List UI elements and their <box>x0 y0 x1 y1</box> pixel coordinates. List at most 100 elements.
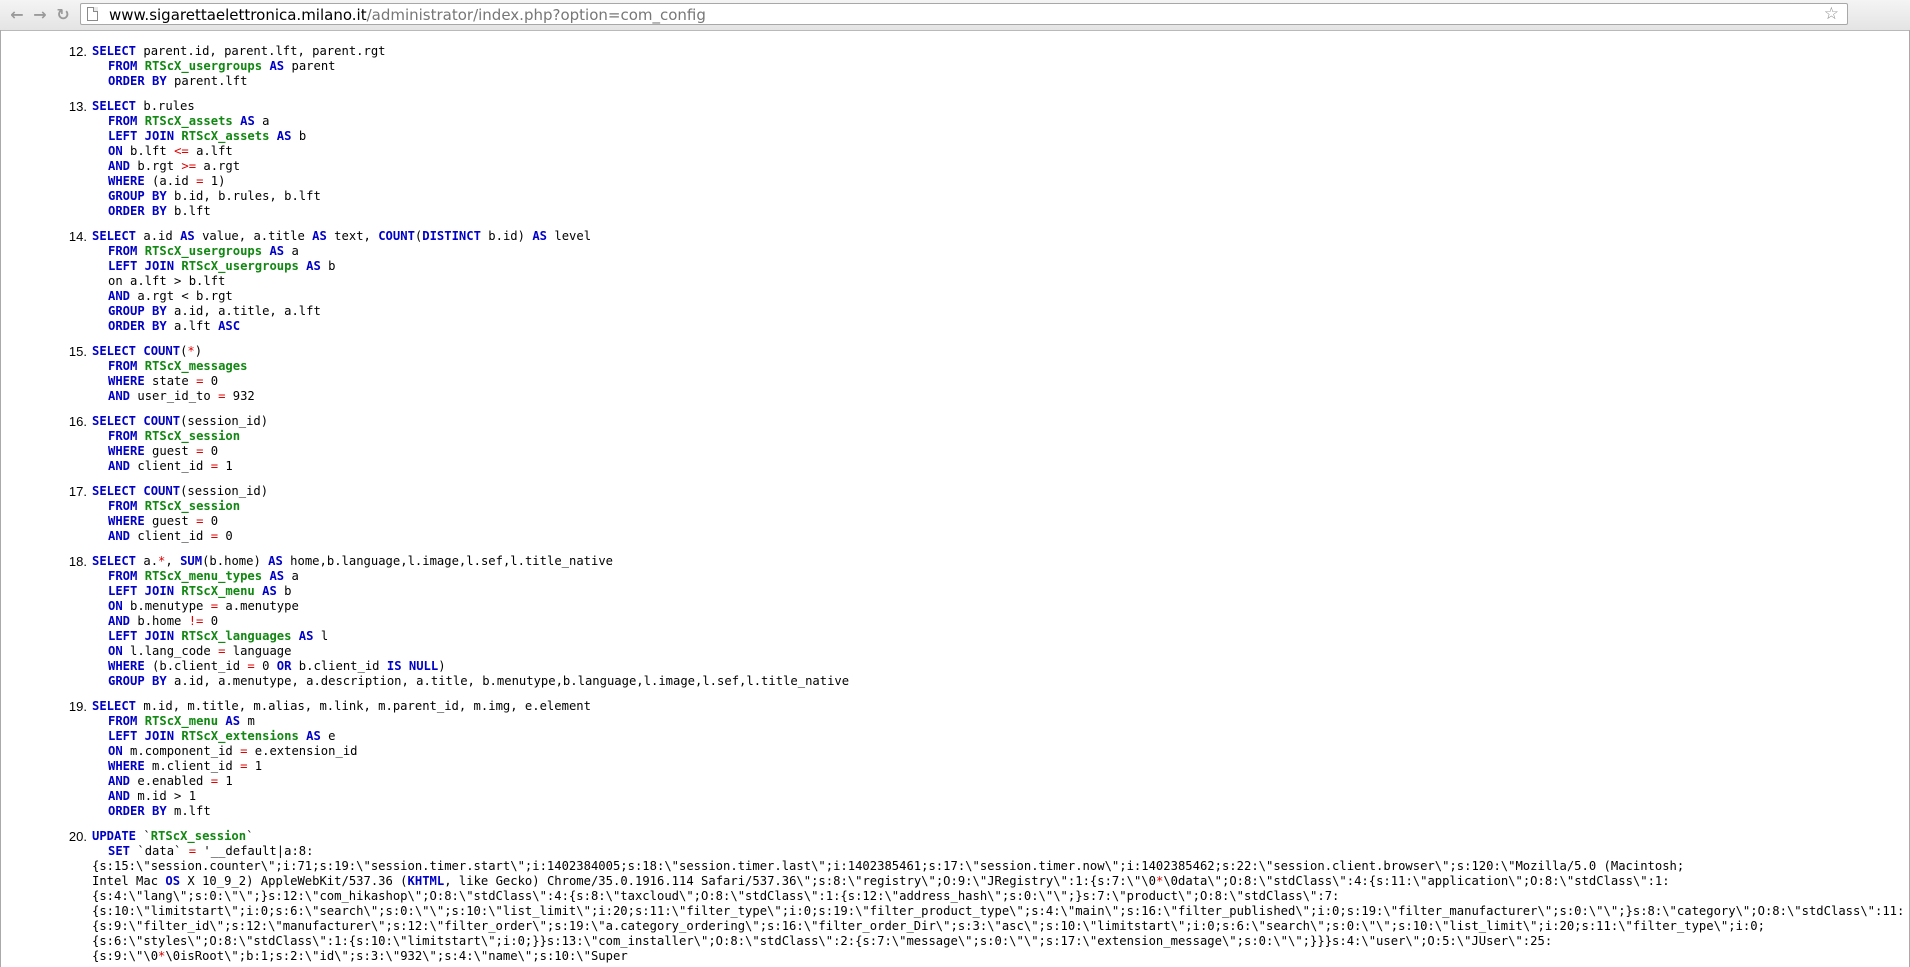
query-line: {s:4:\"lang\";s:0:\"\";}s:12:\"com_hikas… <box>92 889 1340 903</box>
sql-keyword: ASC <box>218 319 241 333</box>
query-number: 14. <box>68 229 87 244</box>
sql-keyword: LEFT JOIN <box>108 729 175 743</box>
sql-keyword: SELECT <box>92 484 137 498</box>
sql-operator: * <box>1155 874 1164 888</box>
sql-keyword: WHERE <box>108 444 145 458</box>
query-number: 16. <box>68 414 87 429</box>
sql-operator: = <box>196 374 204 388</box>
query-number: 15. <box>68 344 87 359</box>
query-line: SELECT a.id AS value, a.title AS text, C… <box>92 229 592 243</box>
sql-keyword: AS <box>180 229 195 243</box>
sql-table-name: RTScX_extensions <box>181 729 299 743</box>
query-line: on a.lft > b.lft <box>108 274 226 288</box>
query-line: LEFT JOIN RTScX_usergroups AS b <box>108 259 336 273</box>
query-item: 19. SELECT m.id, m.title, m.alias, m.link… <box>1 699 1909 819</box>
sql-keyword: LEFT JOIN <box>108 129 175 143</box>
query-line: ON m.component_id = e.extension_id <box>108 744 358 758</box>
sql-operator: != <box>188 614 204 628</box>
sql-keyword: ORDER BY <box>108 319 167 333</box>
url-path: /administrator/index.php?option=com_conf… <box>366 6 706 24</box>
query-item: 15. SELECT COUNT(*) FROM RTScX_messages WHE… <box>1 344 1909 404</box>
sql-keyword: LEFT JOIN <box>108 259 175 273</box>
query-line: LEFT JOIN RTScX_menu AS b <box>108 584 292 598</box>
query-line: GROUP BY a.id, a.title, a.lft <box>108 304 321 318</box>
sql-operator: = <box>196 174 204 188</box>
address-bar[interactable]: www.sigarettaelettronica.milano.it/admin… <box>80 3 1848 25</box>
sql-table-name: RTScX_menu <box>181 584 255 598</box>
query-line: AND m.id > 1 <box>108 789 197 803</box>
url-text[interactable]: www.sigarettaelettronica.milano.it/admin… <box>109 6 706 24</box>
sql-table-name: RTScX_session <box>144 499 241 513</box>
sql-keyword: FROM <box>108 59 138 73</box>
sql-keyword: GROUP BY <box>108 674 167 688</box>
reload-icon: ↻ <box>56 5 70 24</box>
sql-keyword: ORDER BY <box>108 74 167 88</box>
query-line: ON b.lft <= a.lft <box>108 144 233 158</box>
page-content: 12. SELECT parent.id, parent.lft, parent.… <box>0 30 1910 967</box>
query-list: 12. SELECT parent.id, parent.lft, parent.… <box>1 44 1909 967</box>
sql-keyword: AS <box>298 629 314 643</box>
forward-button[interactable]: → <box>29 4 51 26</box>
query-line: {s:9:\"\0*\0isRoot\";b:1;s:2:\"id\";s:3:… <box>92 949 628 963</box>
sql-keyword: WHERE <box>108 514 145 528</box>
sql-keyword: COUNT <box>378 229 415 243</box>
query-line: {s:9:\"filter_id\";s:12:\"manufacturer\"… <box>92 919 1765 933</box>
sql-keyword: AND <box>108 159 131 173</box>
sql-keyword: AS <box>532 229 548 243</box>
sql-table-name: RTScX_menu <box>144 714 219 728</box>
sql-keyword: ON <box>108 644 123 658</box>
sql-keyword: ON <box>108 744 123 758</box>
query-line: AND client_id = 1 <box>108 459 233 473</box>
back-button[interactable]: ← <box>6 4 28 26</box>
sql-keyword: AS <box>269 569 285 583</box>
query-item: 13. SELECT b.rules FROM RTScX_assets AS aL… <box>1 99 1909 219</box>
sql-table-name: RTScX_languages <box>181 629 292 643</box>
sql-keyword: AND <box>108 789 131 803</box>
query-line: WHERE guest = 0 <box>108 444 219 458</box>
sql-operator: = <box>210 459 219 473</box>
query-item: 14. SELECT a.id AS value, a.title AS text… <box>1 229 1909 334</box>
sql-keyword: COUNT <box>143 484 181 498</box>
sql-keyword: AS <box>306 729 321 743</box>
query-line: GROUP BY a.id, a.menutype, a.description… <box>108 674 850 688</box>
query-item: 16. SELECT COUNT(session_id) FROM RTScX_se… <box>1 414 1909 474</box>
sql-keyword: ON <box>108 144 123 158</box>
sql-keyword: WHERE <box>108 174 145 188</box>
reload-button[interactable]: ↻ <box>52 4 74 26</box>
sql-operator: * <box>187 344 195 358</box>
sql-keyword: DISTINCT <box>422 229 481 243</box>
sql-table-name: RTScX_session <box>144 429 241 443</box>
sql-keyword: SELECT <box>92 344 137 358</box>
query-line: FROM RTScX_usergroups AS a <box>108 244 299 258</box>
query-line: WHERE state = 0 <box>108 374 219 388</box>
sql-keyword: UPDATE <box>92 829 137 843</box>
sql-keyword: COUNT <box>143 414 181 428</box>
page-icon <box>87 7 98 21</box>
sql-keyword: AS <box>269 59 285 73</box>
star-icon[interactable]: ☆ <box>1824 5 1839 23</box>
sql-keyword: KHTML <box>407 874 445 888</box>
query-line: FROM RTScX_menu_types AS a <box>108 569 299 583</box>
sql-keyword: AS <box>312 229 327 243</box>
query-line: ORDER BY b.lft <box>108 204 211 218</box>
sql-keyword: AS <box>240 114 255 128</box>
sql-keyword: FROM <box>108 714 138 728</box>
sql-keyword: SELECT <box>92 414 137 428</box>
query-item: 17. SELECT COUNT(session_id) FROM RTScX_se… <box>1 484 1909 544</box>
query-line: {s:10:\"limitstart\";i:0;s:6:\"search\";… <box>92 904 1905 918</box>
sql-operator: = <box>247 659 255 673</box>
query-number: 17. <box>68 484 87 499</box>
query-line: GROUP BY b.id, b.rules, b.lft <box>108 189 321 203</box>
sql-operator: = <box>210 599 219 613</box>
sql-keyword: ORDER BY <box>108 204 167 218</box>
query-number: 18. <box>68 554 87 569</box>
sql-keyword: AND <box>108 614 131 628</box>
sql-keyword: AS <box>225 714 241 728</box>
query-line: AND user_id_to = 932 <box>108 389 255 403</box>
sql-keyword: FROM <box>108 569 138 583</box>
sql-operator: <= <box>174 144 189 158</box>
query-number: 19. <box>68 699 87 714</box>
query-line: FROM RTScX_assets AS a <box>108 114 270 128</box>
arrow-right-icon: → <box>33 5 47 24</box>
query-line: FROM RTScX_session <box>108 429 1909 444</box>
